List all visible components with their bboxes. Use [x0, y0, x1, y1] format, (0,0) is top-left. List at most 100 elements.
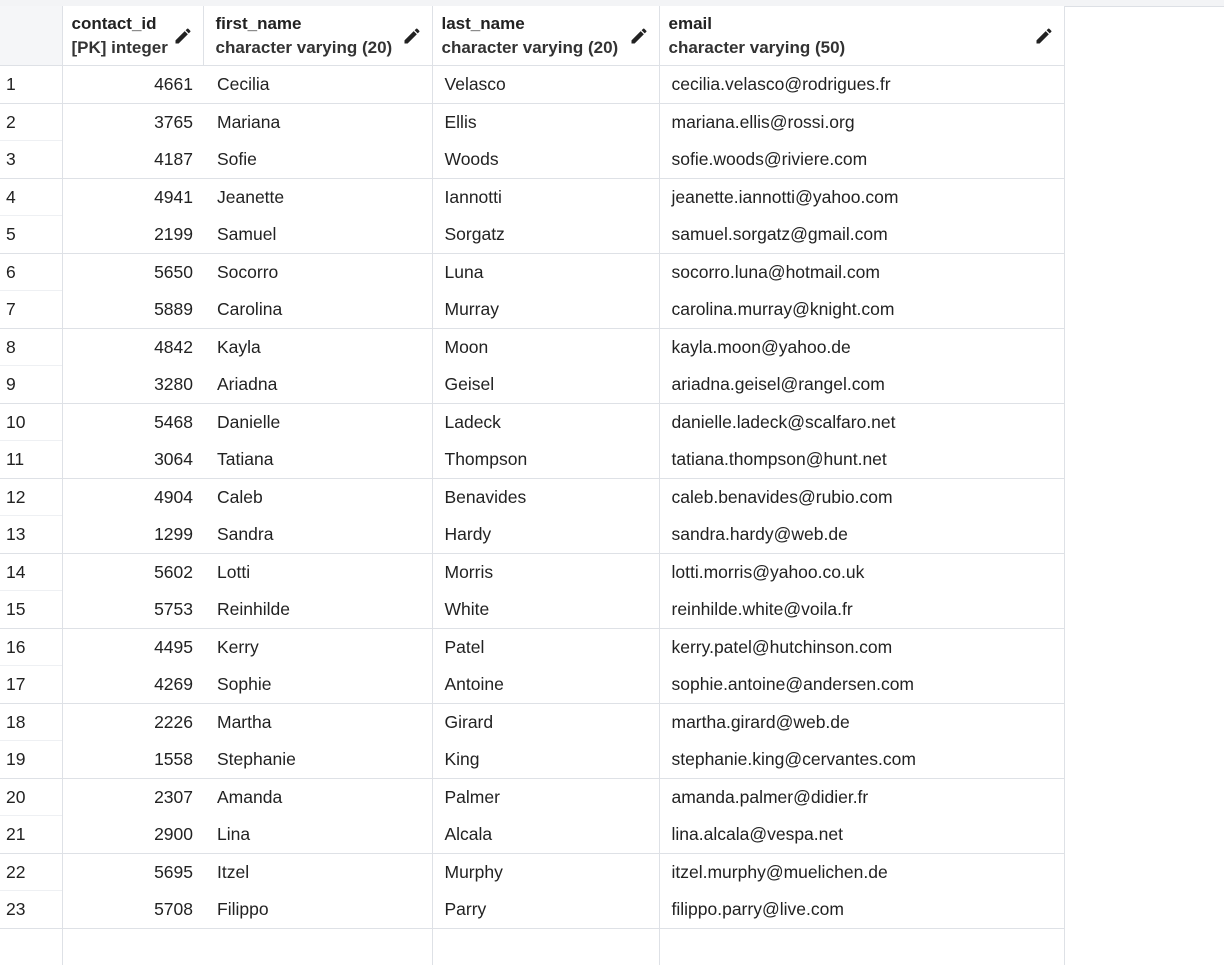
table-row[interactable]: 16 4495 Kerry Patel kerry.patel@hutchins… [0, 629, 1064, 666]
row-number[interactable]: 8 [0, 329, 62, 366]
row-number[interactable]: 4 [0, 179, 62, 216]
table-row[interactable]: 20 2307 Amanda Palmer amanda.palmer@didi… [0, 779, 1064, 816]
cell-contact-id[interactable]: 3765 [62, 104, 203, 141]
column-header-contact-id[interactable]: contact_id [PK] integer [62, 6, 203, 66]
table-row[interactable]: 4 4941 Jeanette Iannotti jeanette.iannot… [0, 179, 1064, 216]
cell-first-name[interactable]: Cecilia [203, 66, 432, 104]
cell-last-name[interactable]: Girard [432, 704, 659, 741]
table-row[interactable]: 12 4904 Caleb Benavides caleb.benavides@… [0, 479, 1064, 516]
row-number[interactable]: 14 [0, 554, 62, 591]
cell-first-name[interactable]: Reinhilde [203, 591, 432, 629]
cell-email[interactable]: kerry.patel@hutchinson.com [659, 629, 1064, 666]
row-number[interactable]: 12 [0, 479, 62, 516]
table-row[interactable]: 13 1299 Sandra Hardy sandra.hardy@web.de [0, 516, 1064, 554]
cell-last-name[interactable]: Murphy [432, 854, 659, 891]
row-number[interactable]: 16 [0, 629, 62, 666]
cell-first-name[interactable]: Mariana [203, 104, 432, 141]
cell-first-name[interactable]: Carolina [203, 291, 432, 329]
cell-first-name[interactable]: Kerry [203, 629, 432, 666]
cell-contact-id[interactable]: 5468 [62, 404, 203, 441]
cell-last-name[interactable]: Velasco [432, 66, 659, 104]
cell-first-name[interactable]: Jeanette [203, 179, 432, 216]
cell-contact-id[interactable]: 3064 [62, 441, 203, 479]
table-row[interactable]: 1 4661 Cecilia Velasco cecilia.velasco@r… [0, 66, 1064, 104]
cell-contact-id[interactable] [62, 929, 203, 965]
cell-email[interactable]: caleb.benavides@rubio.com [659, 479, 1064, 516]
cell-email[interactable]: amanda.palmer@didier.fr [659, 779, 1064, 816]
column-header-email[interactable]: email character varying (50) [659, 6, 1064, 66]
row-number[interactable]: 15 [0, 591, 62, 629]
cell-email[interactable]: itzel.murphy@muelichen.de [659, 854, 1064, 891]
table-row[interactable]: 11 3064 Tatiana Thompson tatiana.thompso… [0, 441, 1064, 479]
row-number[interactable]: 3 [0, 141, 62, 179]
cell-first-name[interactable]: Socorro [203, 254, 432, 291]
pencil-icon[interactable] [629, 26, 649, 46]
cell-email[interactable]: martha.girard@web.de [659, 704, 1064, 741]
table-row[interactable]: 9 3280 Ariadna Geisel ariadna.geisel@ran… [0, 366, 1064, 404]
table-row[interactable]: 18 2226 Martha Girard martha.girard@web.… [0, 704, 1064, 741]
cell-last-name[interactable]: Iannotti [432, 179, 659, 216]
row-number[interactable]: 17 [0, 666, 62, 704]
cell-contact-id[interactable]: 2900 [62, 816, 203, 854]
row-number[interactable] [0, 929, 62, 965]
cell-contact-id[interactable]: 2307 [62, 779, 203, 816]
table-row[interactable]: 8 4842 Kayla Moon kayla.moon@yahoo.de [0, 329, 1064, 366]
cell-last-name[interactable]: Parry [432, 891, 659, 929]
table-row[interactable]: 21 2900 Lina Alcala lina.alcala@vespa.ne… [0, 816, 1064, 854]
cell-contact-id[interactable]: 4187 [62, 141, 203, 179]
cell-first-name[interactable]: Sofie [203, 141, 432, 179]
cell-first-name[interactable]: Kayla [203, 329, 432, 366]
table-row[interactable]: 5 2199 Samuel Sorgatz samuel.sorgatz@gma… [0, 216, 1064, 254]
cell-email[interactable]: jeanette.iannotti@yahoo.com [659, 179, 1064, 216]
cell-last-name[interactable]: Ladeck [432, 404, 659, 441]
pencil-icon[interactable] [1034, 26, 1054, 46]
cell-last-name[interactable]: Morris [432, 554, 659, 591]
cell-first-name[interactable]: Sandra [203, 516, 432, 554]
cell-contact-id[interactable]: 3280 [62, 366, 203, 404]
row-number[interactable]: 13 [0, 516, 62, 554]
cell-email[interactable]: mariana.ellis@rossi.org [659, 104, 1064, 141]
cell-email[interactable]: lina.alcala@vespa.net [659, 816, 1064, 854]
pencil-icon[interactable] [402, 26, 422, 46]
table-row[interactable]: 23 5708 Filippo Parry filippo.parry@live… [0, 891, 1064, 929]
row-number[interactable]: 22 [0, 854, 62, 891]
cell-contact-id[interactable]: 5602 [62, 554, 203, 591]
cell-last-name[interactable]: Palmer [432, 779, 659, 816]
cell-last-name[interactable]: Sorgatz [432, 216, 659, 254]
row-number[interactable]: 5 [0, 216, 62, 254]
cell-last-name[interactable]: Alcala [432, 816, 659, 854]
cell-contact-id[interactable]: 1299 [62, 516, 203, 554]
row-number[interactable]: 18 [0, 704, 62, 741]
cell-email[interactable]: tatiana.thompson@hunt.net [659, 441, 1064, 479]
cell-email[interactable]: stephanie.king@cervantes.com [659, 741, 1064, 779]
cell-contact-id[interactable]: 2226 [62, 704, 203, 741]
column-header-last-name[interactable]: last_name character varying (20) [432, 6, 659, 66]
table-row[interactable]: 14 5602 Lotti Morris lotti.morris@yahoo.… [0, 554, 1064, 591]
table-row[interactable]: 15 5753 Reinhilde White reinhilde.white@… [0, 591, 1064, 629]
cell-first-name[interactable]: Lina [203, 816, 432, 854]
cell-email[interactable] [659, 929, 1064, 965]
cell-last-name[interactable]: Woods [432, 141, 659, 179]
cell-first-name[interactable]: Lotti [203, 554, 432, 591]
row-number[interactable]: 23 [0, 891, 62, 929]
cell-email[interactable]: sandra.hardy@web.de [659, 516, 1064, 554]
cell-contact-id[interactable]: 5650 [62, 254, 203, 291]
cell-contact-id[interactable]: 5753 [62, 591, 203, 629]
cell-email[interactable]: carolina.murray@knight.com [659, 291, 1064, 329]
cell-email[interactable]: danielle.ladeck@scalfaro.net [659, 404, 1064, 441]
row-number[interactable]: 20 [0, 779, 62, 816]
cell-contact-id[interactable]: 5708 [62, 891, 203, 929]
cell-contact-id[interactable]: 5889 [62, 291, 203, 329]
cell-first-name[interactable]: Itzel [203, 854, 432, 891]
cell-email[interactable]: reinhilde.white@voila.fr [659, 591, 1064, 629]
cell-first-name[interactable]: Stephanie [203, 741, 432, 779]
table-row[interactable]: 6 5650 Socorro Luna socorro.luna@hotmail… [0, 254, 1064, 291]
table-row-partial[interactable] [0, 929, 1064, 965]
table-row[interactable]: 2 3765 Mariana Ellis mariana.ellis@rossi… [0, 104, 1064, 141]
cell-contact-id[interactable]: 4269 [62, 666, 203, 704]
cell-first-name[interactable]: Filippo [203, 891, 432, 929]
cell-contact-id[interactable]: 4941 [62, 179, 203, 216]
cell-first-name[interactable] [203, 929, 432, 965]
cell-email[interactable]: sophie.antoine@andersen.com [659, 666, 1064, 704]
cell-first-name[interactable]: Sophie [203, 666, 432, 704]
